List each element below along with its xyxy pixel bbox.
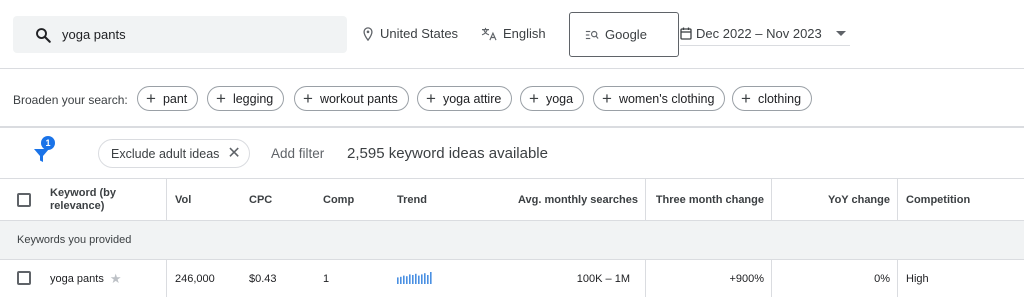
search-network-selector[interactable]: Google bbox=[569, 12, 679, 57]
trend-bar bbox=[427, 275, 429, 284]
trend-bar bbox=[403, 275, 405, 284]
header-avg-monthly-searches[interactable]: Avg. monthly searches bbox=[470, 179, 638, 221]
exclude-adult-ideas-chip[interactable]: Exclude adult ideas ✕ bbox=[98, 139, 250, 168]
plus-icon: + bbox=[303, 89, 313, 108]
chip-label: clothing bbox=[757, 91, 802, 106]
search-toolbar: yoga pants United States English Google … bbox=[0, 0, 1024, 68]
header-trend: Trend bbox=[397, 194, 427, 206]
broaden-chip[interactable]: + pant bbox=[137, 86, 199, 111]
add-filter-button[interactable]: Add filter bbox=[271, 146, 324, 161]
vol-cell: 246,000 bbox=[175, 272, 215, 285]
group-header: Keywords you provided bbox=[0, 221, 1024, 260]
broaden-chip[interactable]: + workout pants bbox=[294, 86, 409, 111]
table-header: Keyword (by relevance) Vol CPC Comp Tren… bbox=[0, 178, 1024, 221]
three-month-change-cell: +900% bbox=[729, 272, 764, 285]
broaden-chip[interactable]: + yoga attire bbox=[417, 86, 513, 111]
comp-cell: 1 bbox=[323, 272, 330, 285]
broaden-label: Broaden your search: bbox=[13, 93, 128, 107]
chip-label: pant bbox=[162, 91, 188, 106]
date-range-label: Dec 2022 – Nov 2023 bbox=[696, 26, 822, 41]
network-search-icon bbox=[585, 30, 599, 39]
trend-bar bbox=[430, 272, 432, 284]
row-checkbox[interactable] bbox=[17, 271, 31, 285]
broaden-chip[interactable]: + legging bbox=[207, 86, 285, 111]
header-cpc[interactable]: CPC bbox=[249, 179, 299, 221]
search-query: yoga pants bbox=[62, 27, 126, 42]
plus-icon: + bbox=[216, 89, 226, 108]
header-competition[interactable]: Competition bbox=[906, 179, 1016, 221]
broaden-chip[interactable]: + women's clothing bbox=[593, 86, 726, 111]
trend-bar bbox=[406, 276, 408, 284]
plus-icon: + bbox=[146, 89, 156, 108]
location-pin-icon bbox=[363, 26, 373, 41]
keyword-table: Keyword (by relevance) Vol CPC Comp Tren… bbox=[0, 178, 1024, 297]
date-range-selector[interactable]: Dec 2022 – Nov 2023 bbox=[680, 22, 850, 46]
trend-bar bbox=[418, 275, 420, 284]
header-keyword[interactable]: Keyword (by relevance) bbox=[50, 179, 160, 221]
broaden-chip[interactable]: + yoga bbox=[520, 86, 585, 111]
plus-icon: + bbox=[602, 89, 612, 108]
chip-label: workout pants bbox=[319, 91, 398, 106]
location-label: United States bbox=[380, 26, 459, 41]
plus-icon: + bbox=[426, 89, 436, 108]
keyword-cell: yoga pants ★ bbox=[50, 260, 162, 297]
calendar-icon bbox=[680, 27, 692, 40]
avg-monthly-searches-cell: 100K – 1M bbox=[576, 272, 630, 285]
language-label: English bbox=[503, 26, 546, 41]
table-row[interactable]: yoga pants ★ 246,000 $0.43 1 100K – 1M +… bbox=[0, 260, 1024, 297]
header-three-month-change[interactable]: Three month change bbox=[650, 179, 764, 221]
star-icon[interactable]: ★ bbox=[110, 271, 122, 287]
trend-bar bbox=[412, 275, 414, 284]
filter-chip-label: Exclude adult ideas bbox=[111, 146, 220, 161]
trend-bar bbox=[409, 274, 411, 284]
chip-label: yoga bbox=[545, 91, 574, 106]
chip-label: women's clothing bbox=[618, 91, 715, 106]
broaden-search-bar: Broaden your search: + pant + legging + wor… bbox=[0, 68, 1024, 128]
cpc-cell: $0.43 bbox=[249, 272, 277, 285]
trend-bar bbox=[421, 274, 423, 284]
yoy-change-cell: 0% bbox=[874, 272, 890, 285]
trend-sparkline bbox=[397, 272, 432, 284]
filter-bar: 1 Exclude adult ideas ✕ Add filter 2,595… bbox=[0, 130, 1024, 178]
close-icon[interactable]: ✕ bbox=[227, 145, 240, 162]
engine-label: Google bbox=[605, 27, 647, 42]
search-icon bbox=[36, 27, 51, 43]
trend-bar bbox=[397, 277, 399, 284]
header-vol[interactable]: Vol bbox=[175, 179, 225, 221]
trend-bar bbox=[424, 273, 426, 284]
competition-cell: High bbox=[906, 272, 929, 285]
dropdown-caret-icon[interactable] bbox=[836, 31, 846, 36]
keyword-text: yoga pants bbox=[50, 272, 104, 285]
language-selector[interactable]: English bbox=[481, 26, 546, 41]
plus-icon: + bbox=[529, 89, 539, 108]
search-input[interactable]: yoga pants bbox=[13, 16, 347, 53]
broaden-chip[interactable]: + clothing bbox=[732, 86, 813, 111]
translate-icon bbox=[481, 27, 497, 40]
chip-label: yoga attire bbox=[442, 91, 502, 106]
group-label: Keywords you provided bbox=[17, 234, 132, 246]
keyword-ideas-count: 2,595 keyword ideas available bbox=[347, 145, 548, 162]
trend-bar bbox=[400, 276, 402, 284]
chip-label: legging bbox=[232, 91, 274, 106]
header-comp[interactable]: Comp bbox=[323, 179, 373, 221]
filter-count-badge: 1 bbox=[41, 136, 55, 150]
header-yoy-change[interactable]: YoY change bbox=[776, 179, 890, 221]
location-selector[interactable]: United States bbox=[362, 26, 458, 41]
trend-bar bbox=[415, 273, 417, 284]
select-all-checkbox[interactable] bbox=[17, 193, 31, 207]
plus-icon: + bbox=[741, 89, 751, 108]
